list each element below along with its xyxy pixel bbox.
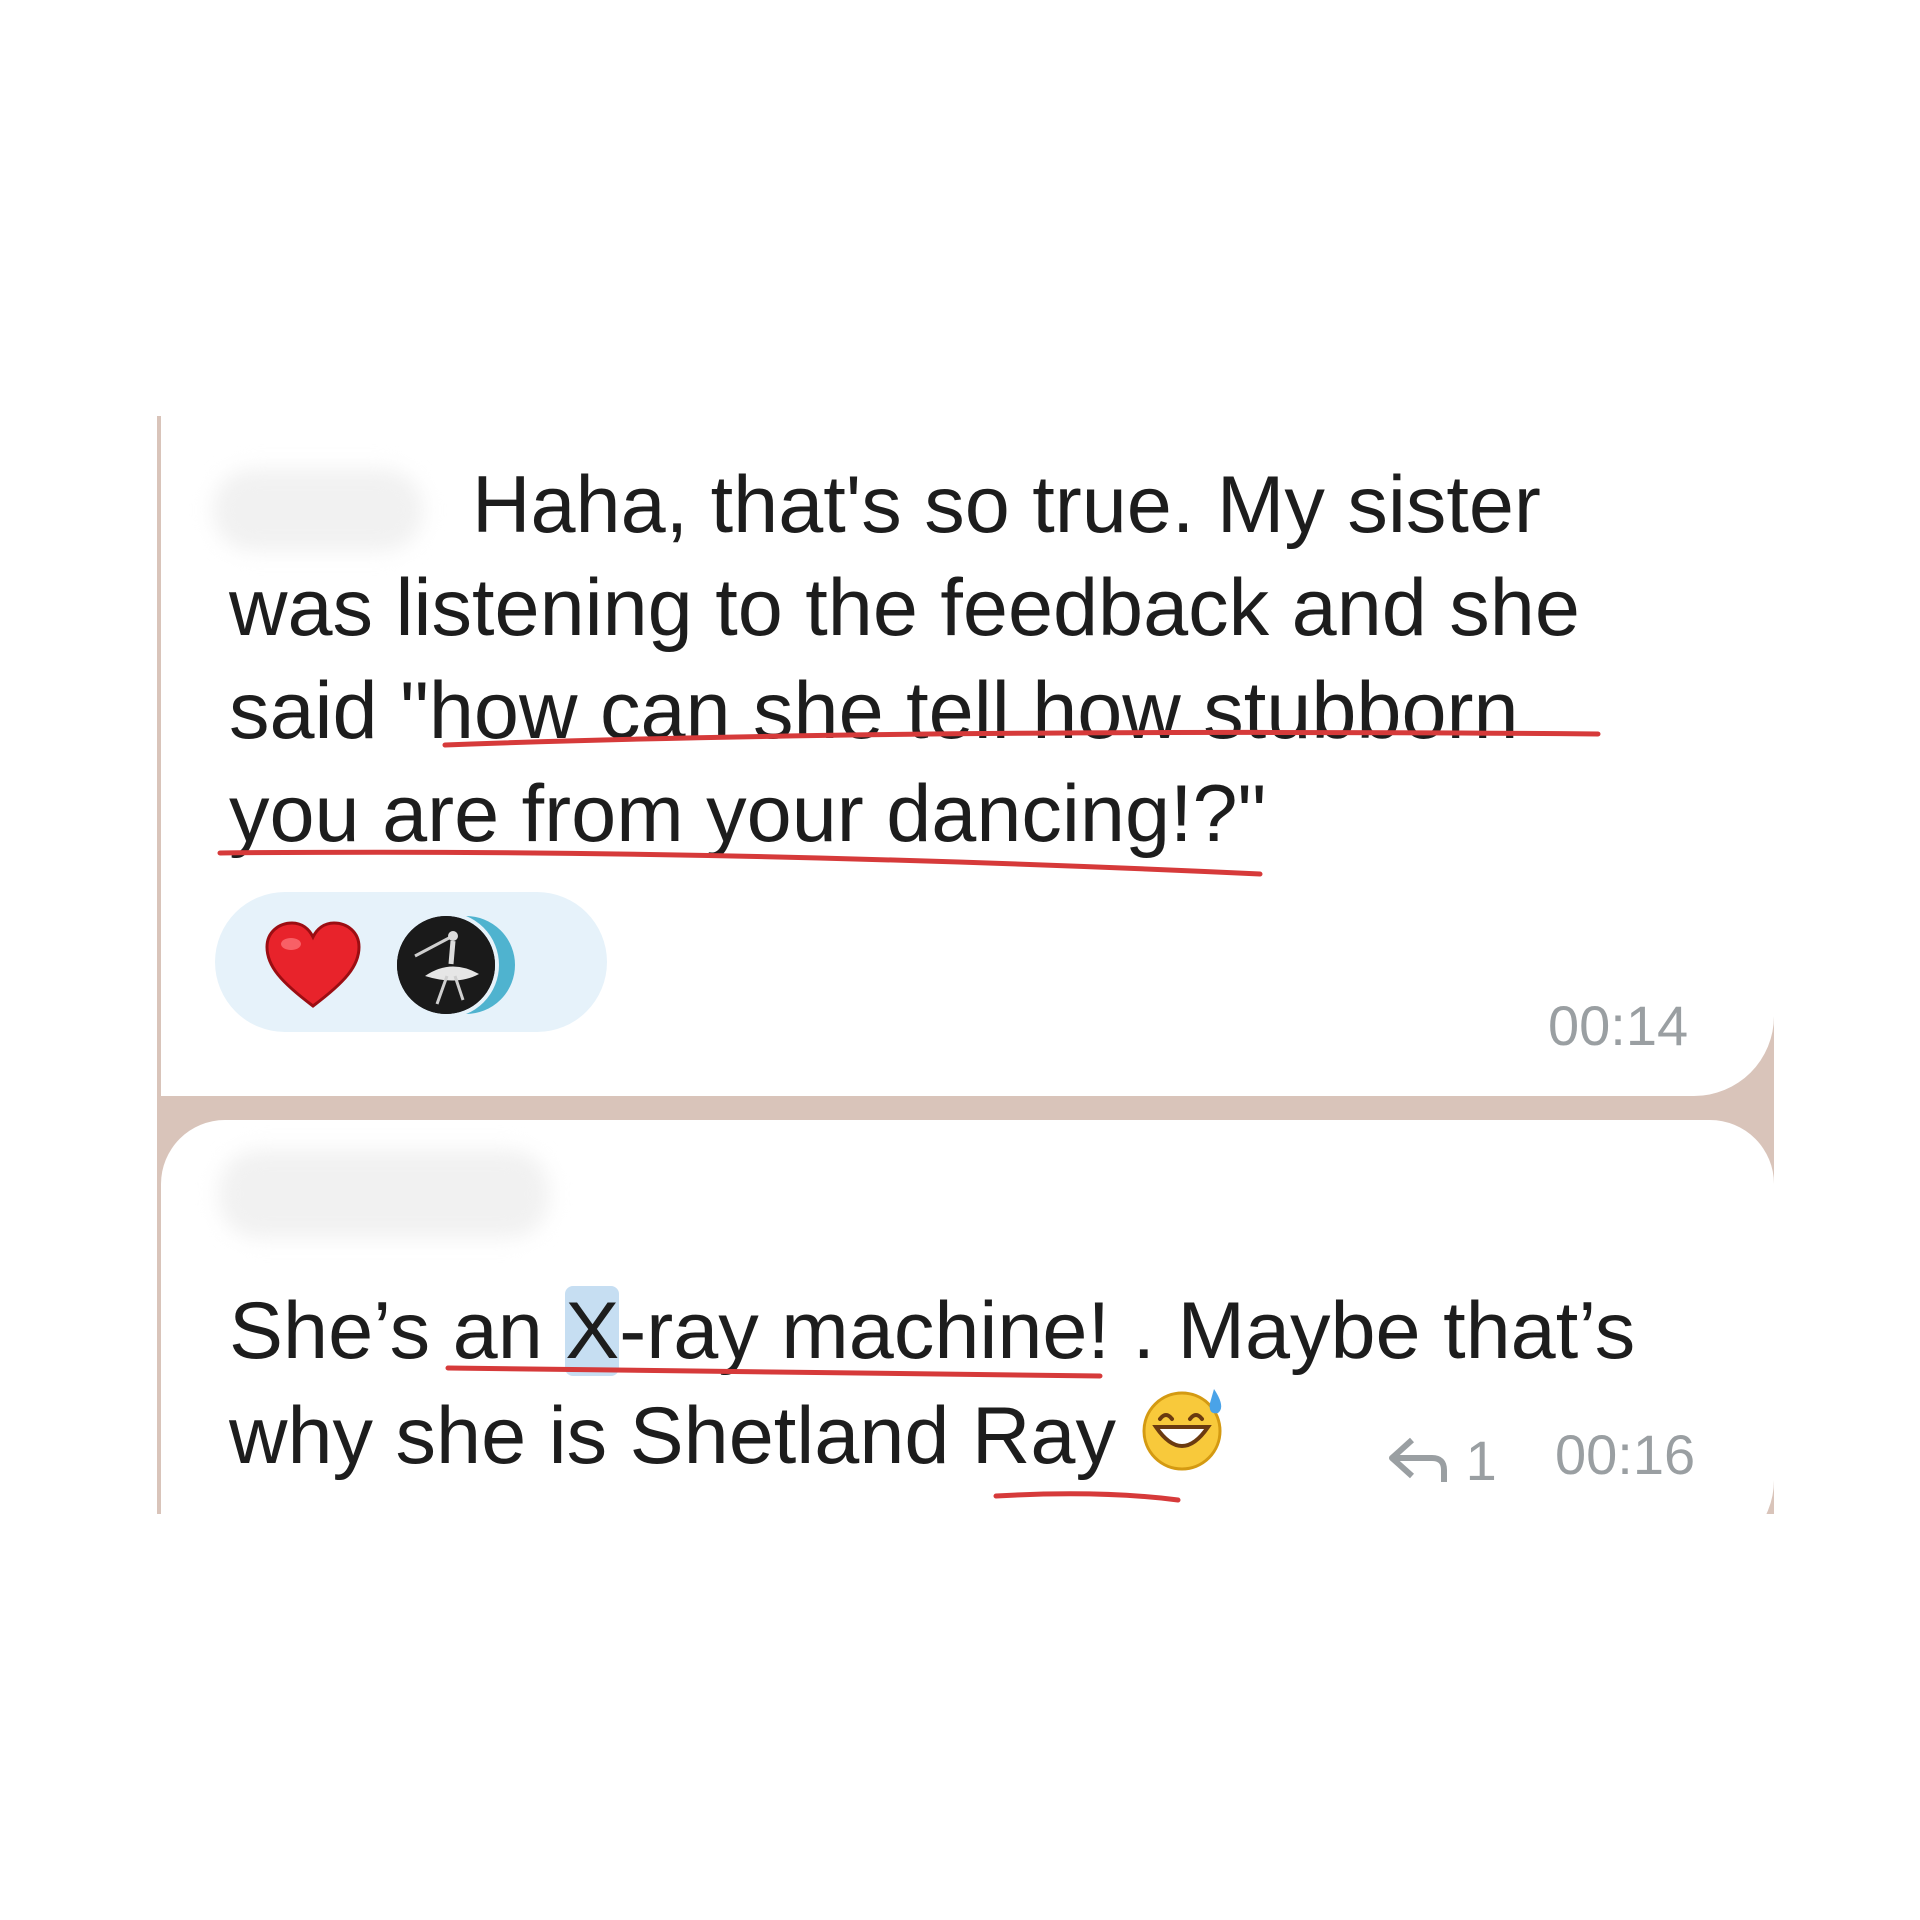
ballet-dancer-icon	[397, 916, 495, 1014]
redacted-sender-name	[219, 1150, 549, 1238]
selected-text-highlight[interactable]: X	[565, 1286, 620, 1376]
message-1-body: was listening to the feedback and she sa…	[229, 563, 1580, 859]
message-1-timestamp: 00:14	[1548, 994, 1689, 1057]
reply-indicator[interactable]: 1	[1386, 1428, 1497, 1492]
grinning-sweat-face-icon	[1142, 1389, 1222, 1471]
message-text-1: Haha, that's so true. My sister was list…	[229, 454, 1729, 866]
reaction-pill[interactable]: RC	[215, 892, 607, 1032]
avatar-ballet-dancer	[393, 912, 499, 1018]
reply-count: 1	[1465, 1429, 1497, 1492]
message-2-text-pre: She’s an	[229, 1286, 566, 1376]
reply-arrow-icon	[1389, 1437, 1447, 1482]
message-1-line-1: Haha, that's so true. My sister	[472, 460, 1541, 550]
heart-icon	[265, 921, 361, 1008]
message-2-timestamp: 00:16	[1555, 1423, 1696, 1486]
message-text-2: She’s an X-ray machine! . Maybe that’s w…	[229, 1280, 1729, 1488]
screenshot-canvas: Haha, that's so true. My sister was list…	[0, 0, 1920, 1920]
